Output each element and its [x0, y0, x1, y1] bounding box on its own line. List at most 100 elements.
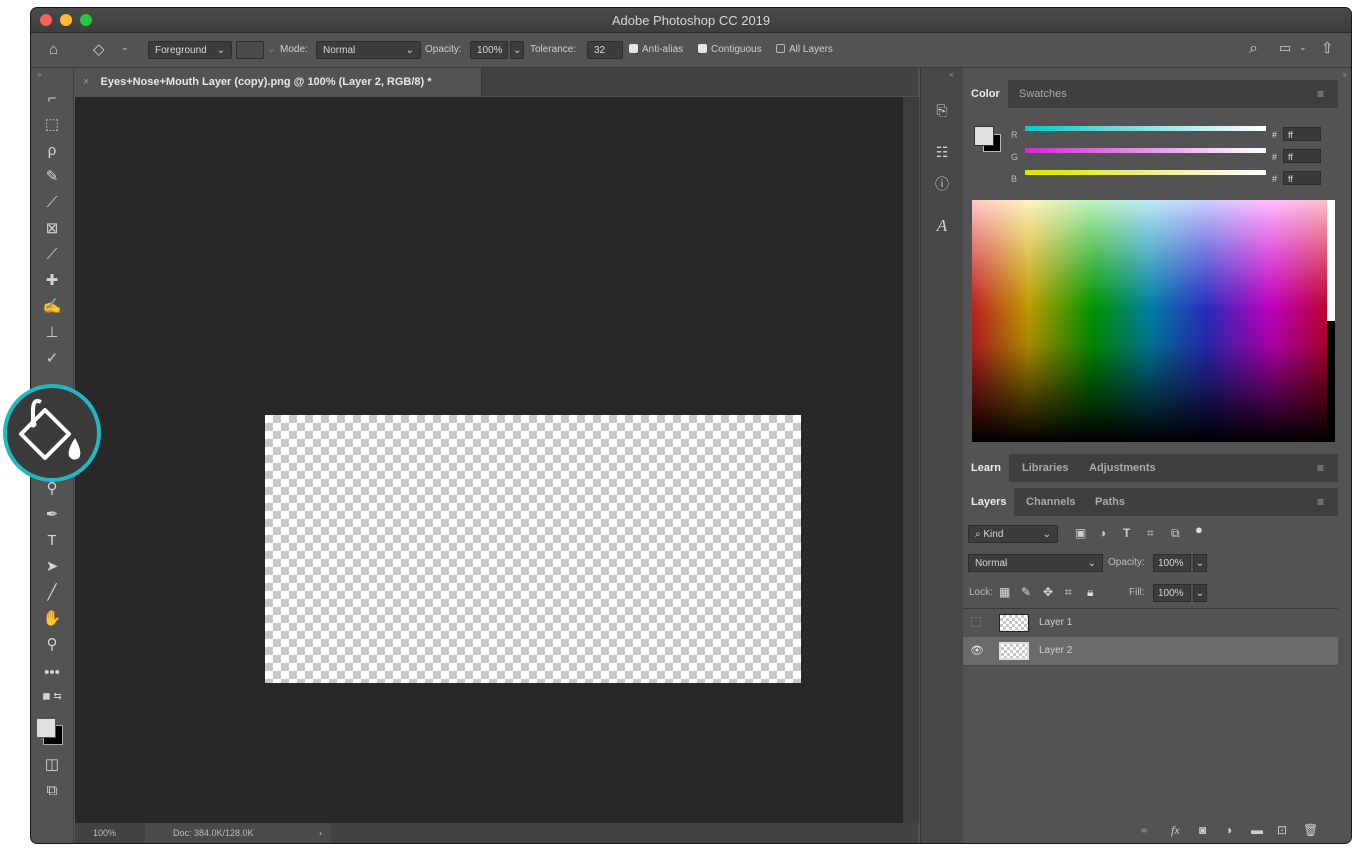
- lasso-tool-icon[interactable]: ρ: [39, 140, 65, 162]
- paint-bucket-preset-icon[interactable]: ◇: [93, 40, 105, 58]
- trash-icon[interactable]: 🗑︎: [1303, 823, 1318, 837]
- opacity-dropdown[interactable]: ⌄: [510, 41, 524, 59]
- spectrum-black-bar[interactable]: [1327, 321, 1335, 442]
- contiguous-checkbox[interactable]: Contiguous: [698, 42, 762, 58]
- crop-tool-icon[interactable]: ⟋: [39, 192, 65, 214]
- tab-learn[interactable]: Learn: [963, 454, 1009, 482]
- green-hex-input[interactable]: ff: [1283, 149, 1321, 163]
- fill-source-select[interactable]: Foreground ⌄: [148, 41, 232, 59]
- tolerance-input[interactable]: 32: [587, 41, 623, 59]
- red-hex-input[interactable]: ff: [1283, 127, 1321, 141]
- layer-mask-icon[interactable]: ◙: [1199, 823, 1206, 837]
- group-folder-icon[interactable]: ▬: [1251, 823, 1263, 837]
- layer-name[interactable]: Layer 2: [1039, 637, 1072, 665]
- edit-toolbar-icon[interactable]: •••: [39, 662, 65, 684]
- anti-alias-checkbox[interactable]: Anti-alias: [629, 42, 683, 58]
- shape-layer-filter-icon[interactable]: ⌗: [1147, 526, 1154, 541]
- hand-tool-icon[interactable]: ✋: [39, 608, 65, 630]
- canvas-vertical-scrollbar[interactable]: [903, 97, 919, 823]
- collapse-arrows-icon[interactable]: »: [37, 70, 41, 79]
- spectrum-white-bar[interactable]: [1327, 200, 1335, 321]
- layer-filter-select[interactable]: ⌕ Kind ⌄: [968, 525, 1058, 543]
- chevron-down-icon[interactable]: ⌄: [1299, 42, 1307, 53]
- tab-adjustments[interactable]: Adjustments: [1081, 454, 1164, 482]
- panel-menu-icon[interactable]: ≡: [1317, 488, 1324, 516]
- info-icon[interactable]: ⓘ: [929, 172, 955, 196]
- tab-color[interactable]: Color: [963, 80, 1008, 108]
- document-tab[interactable]: × Eyes+Nose+Mouth Layer (copy).png @ 100…: [75, 68, 482, 96]
- layer-opacity-input[interactable]: 100%: [1153, 554, 1191, 572]
- layer-row-layer-1[interactable]: Layer 1: [963, 609, 1338, 638]
- document-canvas[interactable]: [265, 415, 801, 683]
- adjustment-layer-icon[interactable]: ◑: [1225, 823, 1232, 837]
- blue-hex-input[interactable]: ff: [1283, 171, 1321, 185]
- frame-tool-icon[interactable]: ⊠: [39, 218, 65, 240]
- lock-image-icon[interactable]: ✎: [1021, 585, 1031, 599]
- brush-tool-icon[interactable]: ✍: [39, 296, 65, 318]
- panel-menu-icon[interactable]: ≡: [1317, 454, 1324, 482]
- share-icon[interactable]: ⇧: [1321, 39, 1334, 57]
- lock-position-icon[interactable]: ✥: [1043, 585, 1053, 599]
- history-icon[interactable]: ⎘: [929, 98, 955, 122]
- canvas-area[interactable]: [75, 97, 903, 823]
- lock-artboard-icon[interactable]: ⌗: [1065, 585, 1072, 600]
- foreground-color-swatch[interactable]: [36, 718, 56, 738]
- collapse-arrows-icon[interactable]: »: [1343, 70, 1347, 79]
- artboard-tool-icon[interactable]: ⌐: [39, 88, 65, 110]
- layer-opacity-dropdown[interactable]: ⌄: [1193, 554, 1207, 572]
- red-slider[interactable]: [1025, 126, 1266, 131]
- lock-transparent-icon[interactable]: ▦: [999, 585, 1010, 599]
- close-tab-icon[interactable]: ×: [83, 76, 89, 88]
- tab-layers[interactable]: Layers: [963, 488, 1015, 516]
- pen-tool-icon[interactable]: ✒: [39, 504, 65, 526]
- properties-icon[interactable]: ☷: [929, 140, 955, 164]
- foreground-color-swatch[interactable]: [974, 126, 994, 146]
- fill-input[interactable]: 100%: [1153, 584, 1191, 602]
- quick-mask-icon[interactable]: ◫: [39, 754, 65, 776]
- blue-slider[interactable]: [1025, 170, 1266, 175]
- pattern-picker[interactable]: [236, 41, 264, 59]
- pixel-layer-filter-icon[interactable]: ▣: [1075, 526, 1086, 540]
- adjustment-layer-filter-icon[interactable]: ◑: [1099, 526, 1106, 540]
- zoom-level[interactable]: 100%: [93, 823, 116, 843]
- path-selection-tool-icon[interactable]: ➤: [39, 556, 65, 578]
- chevron-down-icon[interactable]: ⌄: [121, 42, 129, 53]
- eyedropper-tool-icon[interactable]: ⟋: [39, 244, 65, 266]
- search-icon[interactable]: ⌕: [1249, 40, 1258, 58]
- healing-brush-tool-icon[interactable]: ✚: [39, 270, 65, 292]
- screen-mode-icon[interactable]: ⧉: [39, 780, 65, 802]
- new-layer-icon[interactable]: ⊡: [1277, 823, 1287, 837]
- zoom-tool-icon[interactable]: ⚲: [39, 634, 65, 656]
- all-layers-checkbox[interactable]: All Layers: [776, 42, 833, 58]
- visibility-toggle[interactable]: [971, 617, 981, 627]
- lock-all-icon[interactable]: 🔒︎: [1087, 585, 1093, 600]
- type-tool-icon[interactable]: T: [39, 530, 65, 552]
- mode-select[interactable]: Normal ⌄: [316, 41, 421, 59]
- marquee-tool-icon[interactable]: ⬚: [39, 114, 65, 136]
- line-tool-icon[interactable]: ╱: [39, 582, 65, 604]
- fill-dropdown[interactable]: ⌄: [1193, 584, 1207, 602]
- glyphs-icon[interactable]: A: [929, 214, 955, 238]
- collapse-arrows-icon[interactable]: «: [949, 70, 953, 79]
- link-layers-icon[interactable]: ⚭: [1139, 824, 1149, 838]
- opacity-input[interactable]: 100%: [470, 41, 508, 59]
- home-icon[interactable]: ⌂: [49, 41, 58, 58]
- color-spectrum[interactable]: [972, 200, 1327, 442]
- tab-paths[interactable]: Paths: [1087, 488, 1133, 516]
- filter-toggle-icon[interactable]: ●: [1195, 522, 1203, 537]
- green-slider[interactable]: [1025, 148, 1266, 153]
- panel-menu-icon[interactable]: ≡: [1317, 80, 1324, 108]
- layer-row-layer-2[interactable]: 👁︎ Layer 2: [963, 637, 1338, 666]
- clone-stamp-tool-icon[interactable]: ⊥: [39, 322, 65, 344]
- tab-libraries[interactable]: Libraries: [1014, 454, 1076, 482]
- default-colors-icon[interactable]: ◼ ⇆: [39, 686, 65, 708]
- layer-name[interactable]: Layer 1: [1039, 609, 1072, 637]
- eye-icon[interactable]: 👁︎: [970, 637, 984, 665]
- blend-mode-select[interactable]: Normal ⌄: [968, 554, 1103, 572]
- status-menu-arrow-icon[interactable]: ›: [319, 823, 322, 843]
- fx-icon[interactable]: fx: [1171, 823, 1180, 838]
- tab-swatches[interactable]: Swatches: [1011, 80, 1075, 108]
- paint-bucket-tool-highlight[interactable]: [3, 384, 101, 482]
- tab-channels[interactable]: Channels: [1018, 488, 1084, 516]
- history-brush-tool-icon[interactable]: ✓: [39, 348, 65, 370]
